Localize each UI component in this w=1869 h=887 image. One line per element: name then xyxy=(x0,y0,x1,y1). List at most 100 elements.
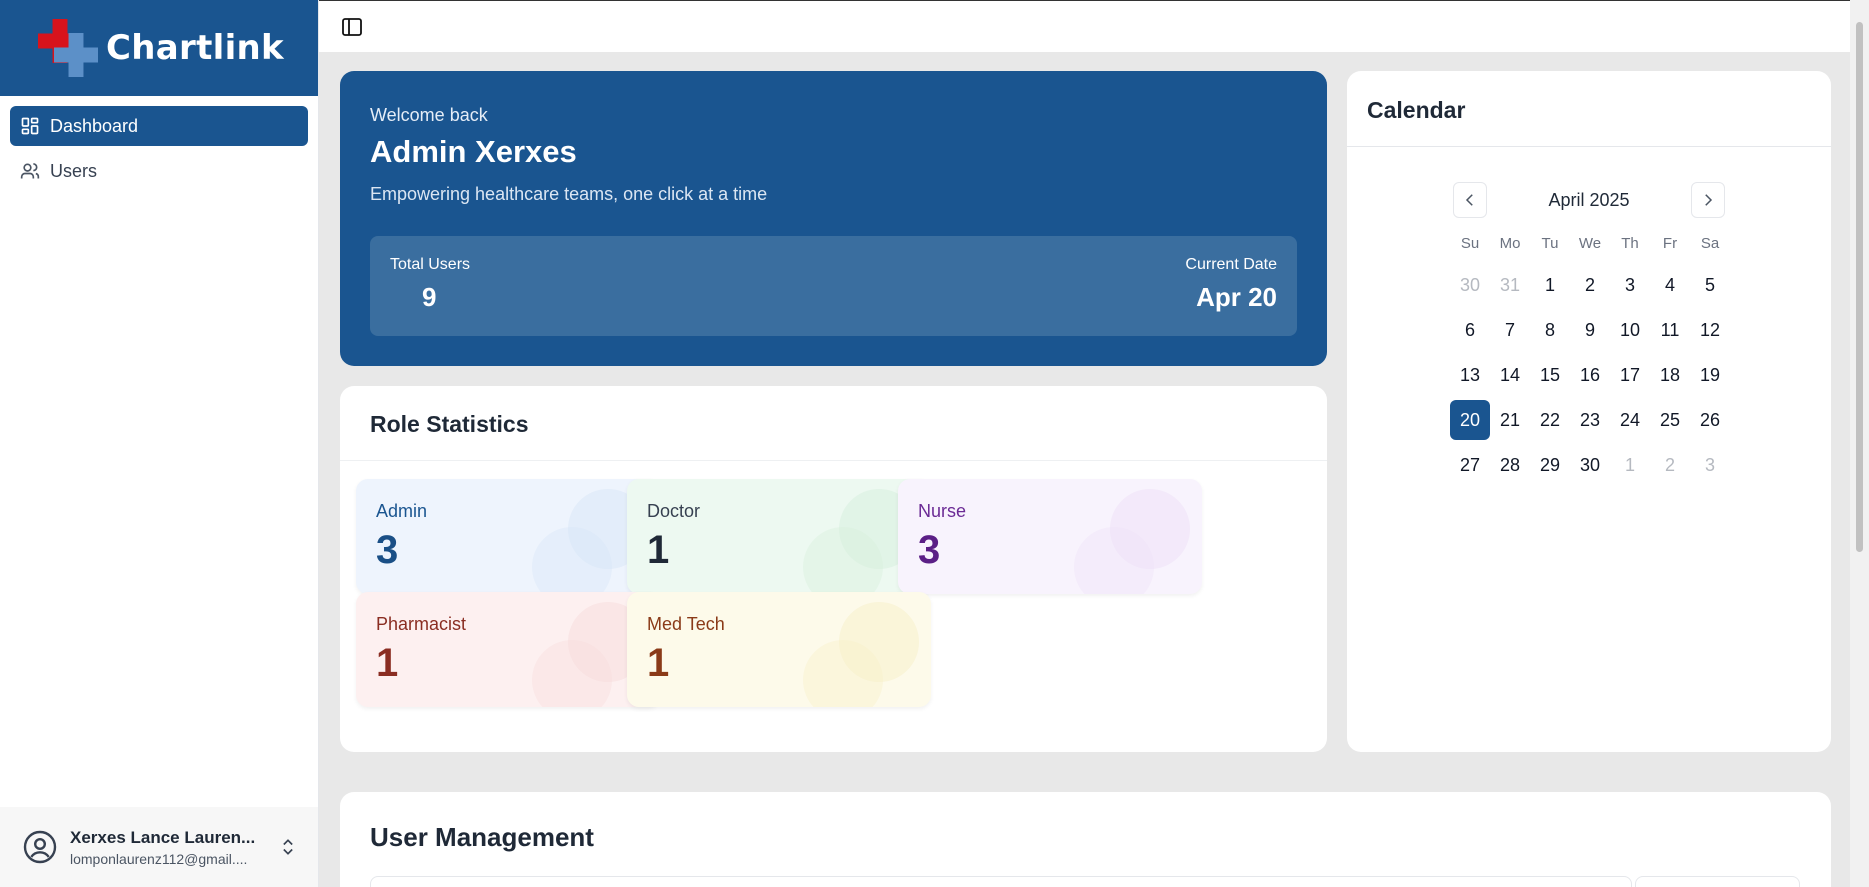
calendar-day[interactable]: 14 xyxy=(1490,355,1530,395)
calendar-day[interactable]: 30 xyxy=(1570,445,1610,485)
chevron-up-down-icon[interactable] xyxy=(278,837,298,857)
role-count: 3 xyxy=(918,528,941,572)
calendar-day[interactable]: 5 xyxy=(1690,265,1730,305)
total-users-stat: Total Users 9 xyxy=(390,256,470,313)
welcome-greeting: Welcome back xyxy=(370,105,488,125)
topbar xyxy=(319,0,1850,52)
user-search-input[interactable] xyxy=(370,876,1632,887)
calendar-day[interactable]: 25 xyxy=(1650,400,1690,440)
user-name: Xerxes Lance Lauren... xyxy=(70,827,256,847)
sidebar-item-label: Users xyxy=(50,160,98,181)
calendar-day[interactable]: 26 xyxy=(1690,400,1730,440)
calendar-week-row: 30 31 1 2 3 4 5 xyxy=(1450,265,1730,310)
sidebar-toggle-icon[interactable] xyxy=(341,17,363,37)
calendar-weekday: We xyxy=(1578,235,1602,252)
role-card-admin: Admin 3 xyxy=(356,479,660,594)
sidebar-item-users[interactable]: Users xyxy=(10,151,308,191)
role-name: Nurse xyxy=(918,501,967,521)
calendar-day[interactable]: 18 xyxy=(1650,355,1690,395)
role-count: 1 xyxy=(647,641,670,685)
calendar-day[interactable]: 28 xyxy=(1490,445,1530,485)
calendar-day[interactable]: 2 xyxy=(1570,265,1610,305)
calendar-title: Calendar xyxy=(1347,71,1831,147)
calendar-day[interactable]: 20 xyxy=(1450,400,1490,440)
role-count: 1 xyxy=(647,528,670,572)
calendar-weekday-row: Su Mo Tu We Th Fr Sa xyxy=(1450,231,1730,257)
role-count: 1 xyxy=(376,641,399,685)
sidebar-item-label: Dashboard xyxy=(50,115,139,136)
role-name: Doctor xyxy=(647,501,701,521)
calendar-day[interactable]: 12 xyxy=(1690,310,1730,350)
calendar-weekday: Th xyxy=(1621,235,1639,252)
user-filter-button[interactable] xyxy=(1635,876,1800,887)
role-name: Pharmacist xyxy=(376,614,467,634)
calendar-weekday: Mo xyxy=(1499,235,1521,252)
calendar-day[interactable]: 21 xyxy=(1490,400,1530,440)
calendar-weekday: Fr xyxy=(1662,235,1678,252)
calendar-day[interactable]: 11 xyxy=(1650,310,1690,350)
total-users-label: Total Users xyxy=(390,256,471,273)
logo-icon xyxy=(34,19,98,77)
calendar-day[interactable]: 13 xyxy=(1450,355,1490,395)
user-menu[interactable]: Xerxes Lance Lauren... lomponlaurenz112@… xyxy=(0,807,318,887)
user-management-card: User Management xyxy=(340,792,1831,887)
role-count: 3 xyxy=(376,528,399,572)
calendar-day[interactable]: 16 xyxy=(1570,355,1610,395)
calendar-week-row: 6 7 8 9 10 11 12 xyxy=(1450,310,1730,355)
page-scrollbar[interactable] xyxy=(1850,0,1869,887)
dashboard-icon xyxy=(21,117,39,135)
calendar-day[interactable]: 15 xyxy=(1530,355,1570,395)
scrollbar-thumb[interactable] xyxy=(1856,22,1863,552)
role-statistics-card: Role Statistics Admin 3 Doctor 1 Nurse 3 Pharm… xyxy=(340,386,1327,752)
calendar-day[interactable]: 7 xyxy=(1490,310,1530,350)
calendar-day[interactable]: 10 xyxy=(1610,310,1650,350)
calendar-next-button[interactable] xyxy=(1691,182,1725,218)
calendar-week-row: 20 21 22 23 24 25 26 xyxy=(1450,400,1730,445)
calendar-weekday: Tu xyxy=(1541,235,1559,252)
calendar-day[interactable]: 4 xyxy=(1650,265,1690,305)
calendar-day[interactable]: 17 xyxy=(1610,355,1650,395)
calendar-day[interactable]: 3 xyxy=(1610,265,1650,305)
welcome-stats: Total Users 9 Current Date Apr 20 xyxy=(370,236,1297,336)
calendar-day[interactable]: 8 xyxy=(1530,310,1570,350)
calendar-grid: Su Mo Tu We Th Fr Sa 30 31 1 2 3 4 5 6 7 8 9 10 11 12 13 14 15 1… xyxy=(1450,231,1730,490)
calendar-card: Calendar April 2025 Su Mo Tu We Th Fr Sa 30 31 1 2… xyxy=(1347,71,1831,752)
calendar-prev-button[interactable] xyxy=(1453,182,1487,218)
user-info: Xerxes Lance Lauren... lomponlaurenz112@… xyxy=(70,828,270,867)
calendar-day[interactable]: 23 xyxy=(1570,400,1610,440)
calendar-day[interactable]: 27 xyxy=(1450,445,1490,485)
chevron-right-icon xyxy=(1705,194,1713,206)
users-icon xyxy=(20,163,40,179)
current-date-label: Current Date xyxy=(1185,256,1277,273)
calendar-weekday: Su xyxy=(1460,235,1480,252)
calendar-day[interactable]: 29 xyxy=(1530,445,1570,485)
user-email: lomponlaurenz112@gmail.... xyxy=(70,850,248,867)
welcome-tagline: Empowering healthcare teams, one click a… xyxy=(370,184,768,204)
role-card-pharmacist: Pharmacist 1 xyxy=(356,592,660,707)
calendar-day[interactable]: 1 xyxy=(1610,445,1650,485)
welcome-card: Welcome back Admin Xerxes Empowering hea… xyxy=(340,71,1327,366)
current-date-value: Apr 20 xyxy=(1196,282,1277,312)
calendar-day[interactable]: 19 xyxy=(1690,355,1730,395)
calendar-day[interactable]: 6 xyxy=(1450,310,1490,350)
calendar-day[interactable]: 30 xyxy=(1450,265,1490,305)
calendar-day[interactable]: 1 xyxy=(1530,265,1570,305)
sidebar: Chartlink Dashboard Users Xerxes Lance L… xyxy=(0,0,319,887)
logo-bar: Chartlink xyxy=(0,0,318,96)
calendar-day[interactable]: 9 xyxy=(1570,310,1610,350)
calendar-week-row: 27 28 29 30 1 2 3 xyxy=(1450,445,1730,490)
role-name: Med Tech xyxy=(647,614,725,634)
calendar-week-row: 13 14 15 16 17 18 19 xyxy=(1450,355,1730,400)
calendar-month: April 2025 xyxy=(1548,189,1630,210)
calendar-day[interactable]: 2 xyxy=(1650,445,1690,485)
sidebar-item-dashboard[interactable]: Dashboard xyxy=(10,106,308,146)
welcome-name: Admin Xerxes xyxy=(370,134,577,169)
calendar-day[interactable]: 24 xyxy=(1610,400,1650,440)
brand-name: Chartlink xyxy=(106,28,284,68)
calendar-day[interactable]: 3 xyxy=(1690,445,1730,485)
role-statistics-title: Role Statistics xyxy=(340,386,1327,461)
calendar-day[interactable]: 22 xyxy=(1530,400,1570,440)
calendar-weekday: Sa xyxy=(1700,235,1720,252)
sidebar-nav: Dashboard Users xyxy=(0,96,318,191)
calendar-day[interactable]: 31 xyxy=(1490,265,1530,305)
